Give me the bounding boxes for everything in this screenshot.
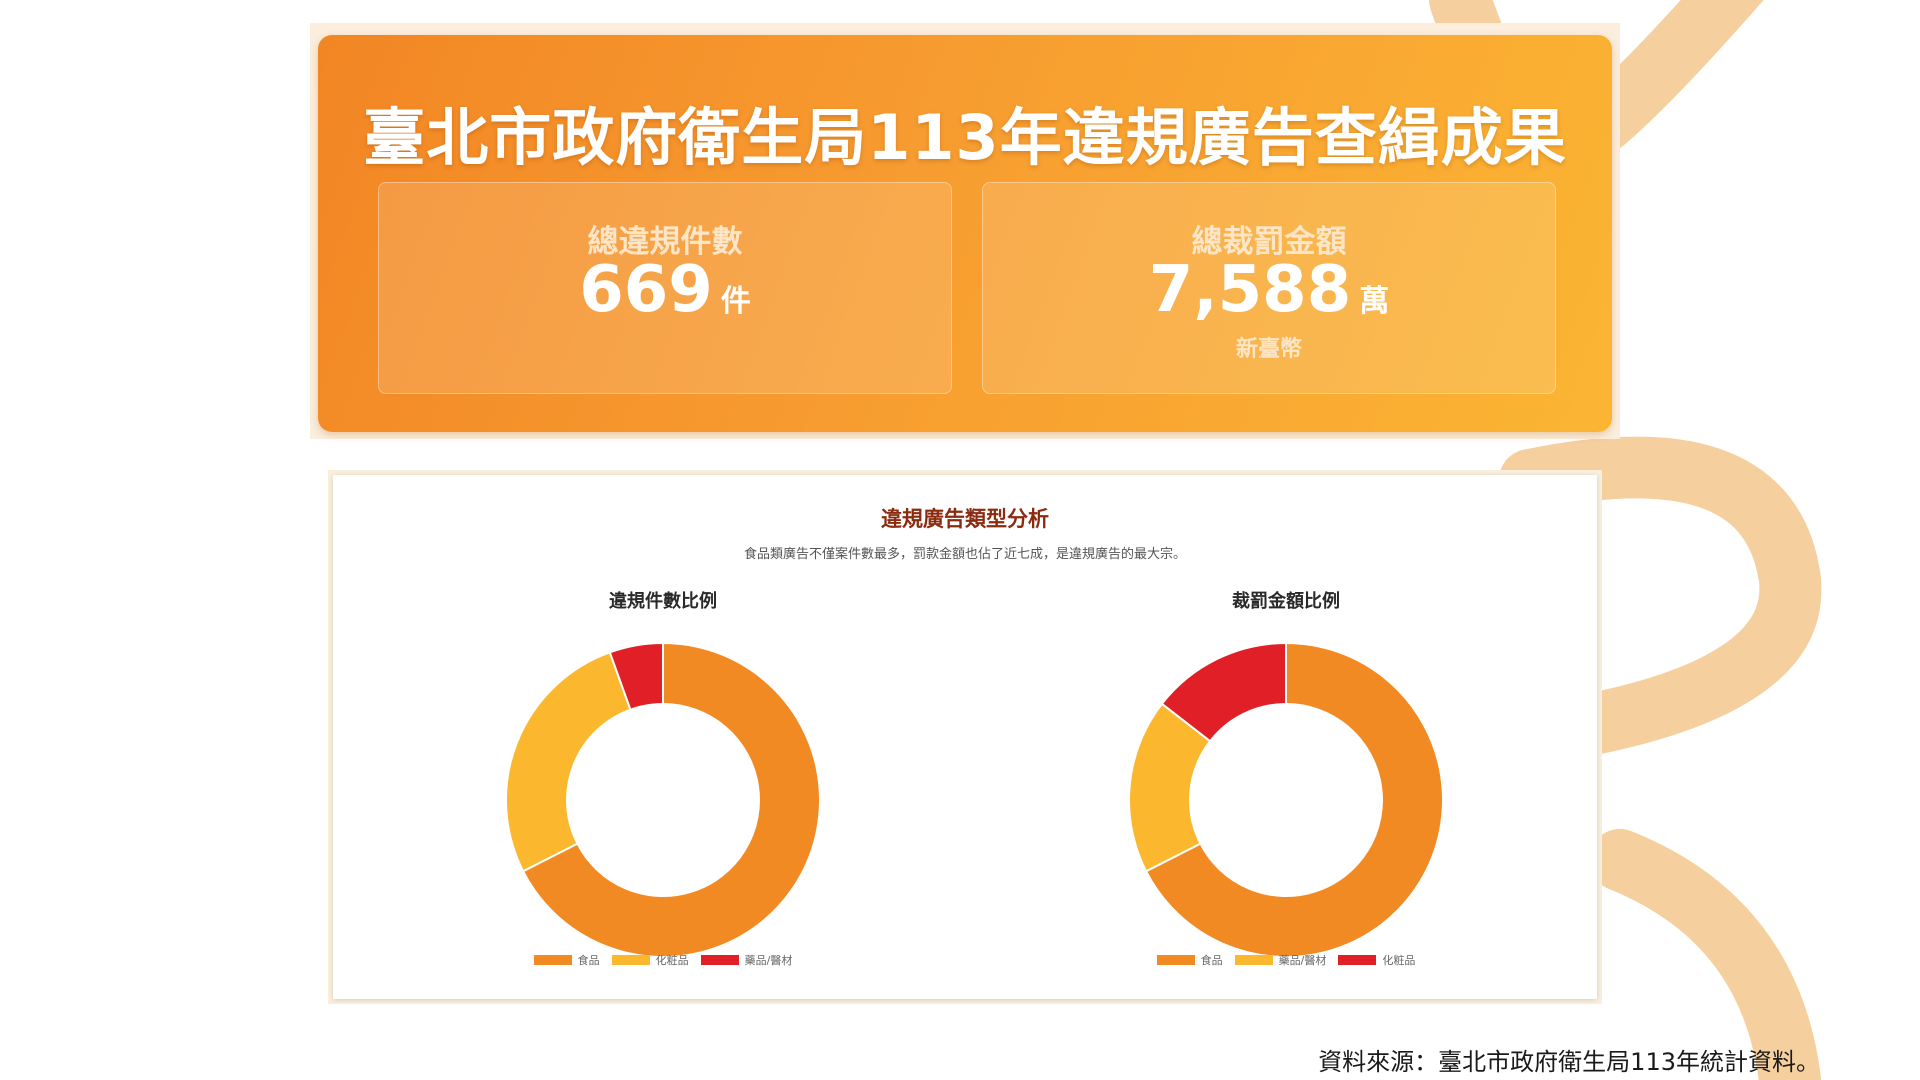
stat-value: 7,588 — [1148, 253, 1352, 327]
legend-label: 化粧品 — [655, 954, 689, 967]
legend-swatch — [1156, 955, 1195, 965]
legend-item: 食品 — [533, 952, 600, 968]
legend-swatch — [1338, 955, 1377, 965]
legend-swatch — [533, 955, 572, 965]
legend-label: 藥品/醫材 — [744, 954, 793, 967]
legend-item: 食品 — [1156, 952, 1223, 968]
legend-label: 食品 — [1200, 954, 1223, 967]
stat-total-fines: 總裁罰金額 7,588 萬 新臺幣 — [982, 182, 1556, 394]
chart-section-subtitle: 食品類廣告不僅案件數最多，罰款金額也佔了近七成，是違規廣告的最大宗。 — [743, 547, 1186, 562]
chart-card: 違規廣告類型分析 食品類廣告不僅案件數最多，罰款金額也佔了近七成，是違規廣告的最… — [333, 475, 1597, 999]
donut-title-fines: 裁罰金額比例 — [1232, 591, 1340, 612]
legend-item: 化粧品 — [611, 952, 689, 968]
chart-section-title: 違規廣告類型分析 — [881, 507, 1049, 531]
legend-swatch — [611, 955, 650, 965]
donut-slice-1 — [505, 651, 632, 873]
legend-item: 藥品/醫材 — [1234, 952, 1327, 968]
donut-title-cases: 違規件數比例 — [609, 591, 717, 612]
stat-value: 669 — [579, 253, 713, 327]
page-title: 臺北市政府衛生局113年違規廣告查緝成果 — [363, 101, 1567, 174]
stat-total-cases: 總違規件數 669 件 — [378, 182, 952, 394]
legend-cases: 食品 化粧品 藥品/醫材 — [463, 952, 863, 968]
legend-item: 藥品/醫材 — [700, 952, 793, 968]
donut-chart-cases — [505, 641, 821, 958]
legend-label: 藥品/醫材 — [1278, 954, 1327, 967]
source-note: 資料來源：臺北市政府衛生局113年統計資料。 — [1318, 1048, 1820, 1076]
stat-currency: 新臺幣 — [1235, 337, 1302, 362]
donut-chart-fines — [1128, 641, 1444, 958]
legend-item: 化粧品 — [1338, 952, 1415, 968]
legend-label: 化粧品 — [1382, 954, 1416, 967]
legend-swatch — [700, 955, 739, 965]
header-card: 臺北市政府衛生局113年違規廣告查緝成果 總違規件數 669 件 總裁罰金額 7,… — [318, 35, 1612, 432]
stat-unit: 萬 — [1359, 284, 1390, 319]
stat-unit: 件 — [720, 284, 751, 319]
legend-fines: 食品 藥品/醫材 化粧品 — [1086, 952, 1486, 968]
legend-swatch — [1234, 955, 1273, 965]
legend-label: 食品 — [577, 954, 600, 967]
